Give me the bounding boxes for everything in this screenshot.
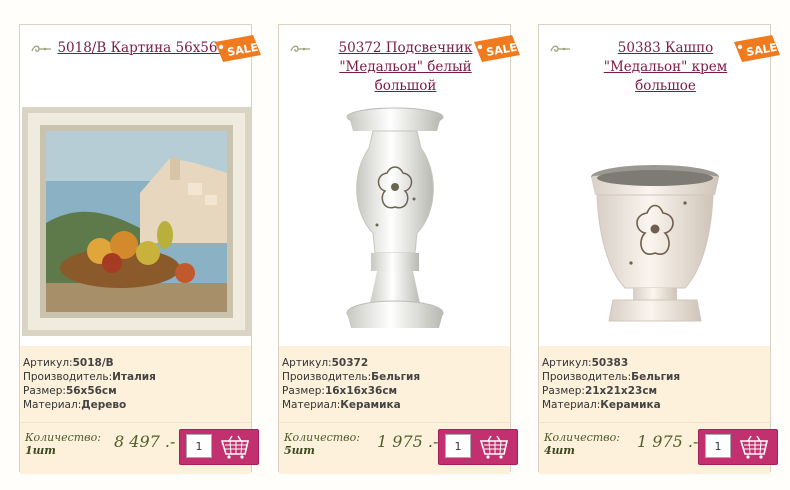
add-to-cart-box: 1 xyxy=(438,429,518,465)
product-card: 50372 Подсвечник "Медальон" белый большо… xyxy=(278,24,520,474)
quantity-label: Количество: 4шт xyxy=(544,431,620,457)
maker-row: Производитель:Бельгия xyxy=(282,371,421,383)
product-header: 50372 Подсвечник "Медальон" белый большо… xyxy=(279,25,520,101)
product-details: Артикул:50383 Производитель:Бельгия Разм… xyxy=(539,346,770,422)
quantity-label: Количество: 5шт xyxy=(284,431,360,457)
sale-tag-icon: SALE xyxy=(734,35,780,62)
sale-tag-icon: SALE xyxy=(474,35,520,62)
material-row: Материал:Дерево xyxy=(23,399,127,411)
quantity-input[interactable]: 1 xyxy=(186,434,212,458)
framed-painting-image xyxy=(22,107,251,336)
cart-icon[interactable] xyxy=(737,433,771,461)
product-image[interactable] xyxy=(279,103,510,346)
material-value: Дерево xyxy=(81,399,127,411)
quantity-available: 4шт xyxy=(544,444,575,457)
material-value: Керамика xyxy=(600,399,661,411)
size-value: 16х16х36см xyxy=(324,385,398,397)
quantity-input[interactable]: 1 xyxy=(445,434,471,458)
material-row: Материал:Керамика xyxy=(542,399,661,411)
article-row: Артикул:5018/B xyxy=(23,357,114,369)
size-row: Размер:16х16х36см xyxy=(282,385,398,397)
size-value: 21х21х23см xyxy=(584,385,658,397)
buy-panel: Количество: 4шт 1 975 .- 1 xyxy=(539,422,778,474)
price: 1 975 .- xyxy=(377,432,439,451)
ornament-icon xyxy=(290,45,310,52)
maker-value: Бельгия xyxy=(631,371,681,383)
ornament-icon xyxy=(550,45,570,52)
maker-value: Италия xyxy=(112,371,156,383)
product-details: Артикул:50372 Производитель:Бельгия Разм… xyxy=(279,346,510,422)
price: 8 497 .- xyxy=(114,432,176,451)
buy-panel: Количество: 5шт 1 975 .- 1 xyxy=(279,422,518,474)
product-header: 5018/B Картина 56х56см SALE xyxy=(20,25,261,101)
quantity-available: 5шт xyxy=(284,444,315,457)
material-value: Керамика xyxy=(340,399,401,411)
size-row: Размер:21х21х23см xyxy=(542,385,658,397)
candlestick-image xyxy=(346,107,444,328)
quantity-available: 1шт xyxy=(25,444,56,457)
article-value: 50372 xyxy=(331,357,369,369)
sale-tag-icon: SALE xyxy=(215,35,261,62)
material-row: Материал:Керамика xyxy=(282,399,401,411)
planter-pot-image xyxy=(591,165,719,322)
size-row: Размер:56х56см xyxy=(23,385,117,397)
add-to-cart-box: 1 xyxy=(698,429,778,465)
maker-value: Бельгия xyxy=(371,371,421,383)
product-image[interactable] xyxy=(20,103,251,346)
price: 1 975 .- xyxy=(637,432,699,451)
article-row: Артикул:50383 xyxy=(542,357,629,369)
add-to-cart-box: 1 xyxy=(179,429,259,465)
product-details: Артикул:5018/B Производитель:Италия Разм… xyxy=(20,346,251,422)
cart-icon[interactable] xyxy=(218,433,252,461)
buy-panel: Количество: 1шт 8 497 .- 1 xyxy=(20,422,259,474)
maker-row: Производитель:Италия xyxy=(23,371,156,383)
size-value: 56х56см xyxy=(65,385,117,397)
article-value: 50383 xyxy=(591,357,629,369)
quantity-label: Количество: 1шт xyxy=(25,431,101,457)
cart-icon[interactable] xyxy=(477,433,511,461)
ornament-icon xyxy=(31,45,51,52)
quantity-input[interactable]: 1 xyxy=(705,434,731,458)
product-image[interactable] xyxy=(539,103,770,346)
product-header: 50383 Кашпо "Медальон" крем большое SALE xyxy=(539,25,780,101)
maker-row: Производитель:Бельгия xyxy=(542,371,681,383)
article-value: 5018/B xyxy=(72,357,114,369)
product-card: 5018/B Картина 56х56см SALE Артикул:5018… xyxy=(19,24,261,474)
article-row: Артикул:50372 xyxy=(282,357,369,369)
product-card: 50383 Кашпо "Медальон" крем большое SALE xyxy=(538,24,780,474)
